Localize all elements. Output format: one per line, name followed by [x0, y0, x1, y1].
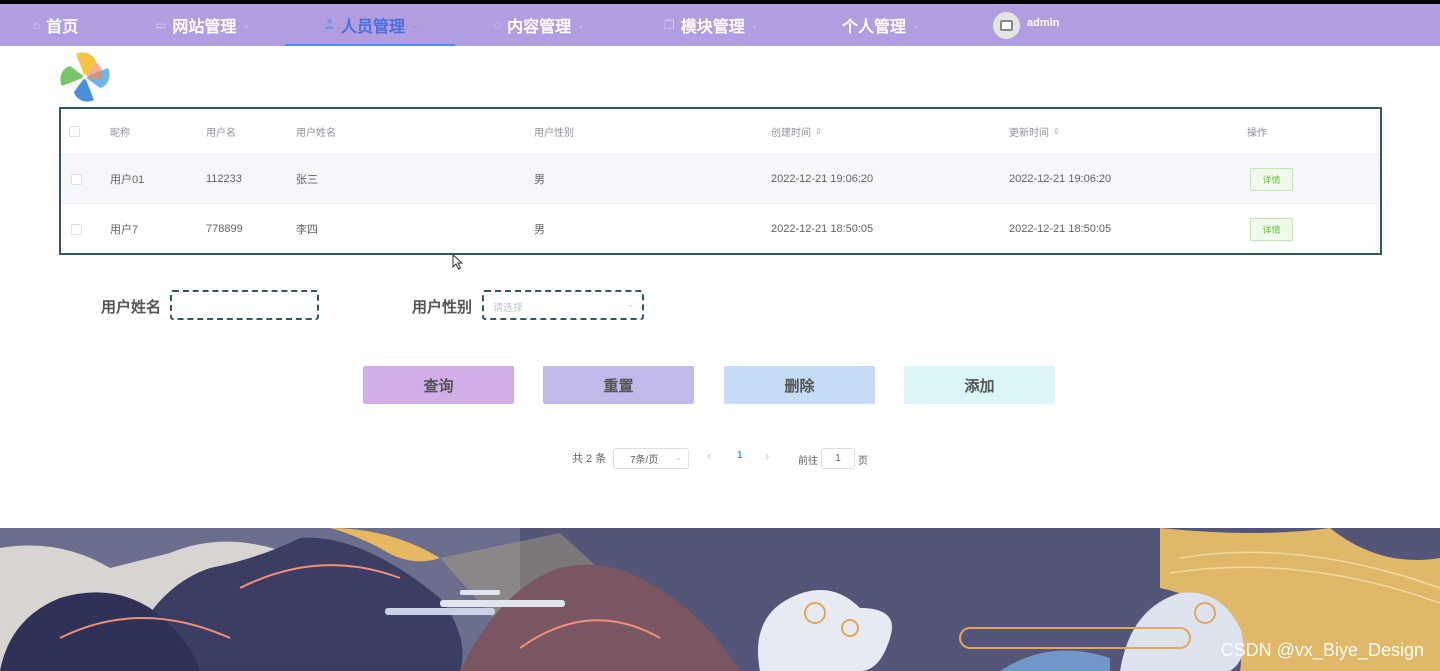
nav-item-label: 人员管理 — [341, 19, 406, 36]
cell-created: 2022-12-21 19:06:20 — [771, 173, 874, 185]
gender-select[interactable]: 请选择 ⌄ — [482, 290, 644, 320]
gender-select-placeholder: 请选择 — [493, 303, 523, 314]
image-icon — [1000, 20, 1013, 31]
chevron-down-icon: ⌄ — [626, 299, 634, 309]
pinwheel-logo — [60, 52, 110, 102]
cell-nickname: 用户01 — [110, 174, 145, 186]
chevron-down-icon: ⌄ — [411, 19, 419, 30]
sort-icon[interactable]: ⇕ — [815, 127, 822, 136]
header-nickname: 昵称 — [110, 128, 130, 139]
goto-suffix: 页 — [858, 456, 868, 467]
page-size-value: 7条/页 — [630, 455, 659, 466]
table-header: 昵称 用户名 用户姓名 用户性别 创建时间 ⇕ 更新时间 ⇕ 操作 — [61, 109, 1380, 154]
chevron-down-icon: ⌄ — [577, 19, 585, 30]
cell-username: 778899 — [206, 223, 243, 235]
gender-field-label: 用户性别 — [412, 299, 473, 316]
delete-button[interactable]: 删除 — [724, 366, 875, 404]
avatar[interactable] — [993, 12, 1020, 39]
nav-item-label: 模块管理 — [680, 19, 745, 36]
cell-username: 112233 — [206, 173, 242, 185]
mouse-cursor-icon — [452, 254, 464, 270]
name-field-label: 用户姓名 — [101, 299, 162, 316]
nav-item-personal-management[interactable]: 个人管理 ⌄ — [842, 4, 920, 46]
header-label: 创建时间 — [771, 128, 811, 139]
page-size-select[interactable]: 7条/页 ⌄ — [613, 448, 689, 469]
query-button[interactable]: 查询 — [363, 366, 514, 404]
header-realname: 用户姓名 — [296, 128, 336, 139]
row-checkbox[interactable] — [71, 155, 82, 203]
cell-updated: 2022-12-21 18:50:05 — [1009, 223, 1112, 235]
next-page-button[interactable]: › — [765, 448, 769, 463]
prev-page-button[interactable]: ‹ — [707, 448, 711, 463]
cell-gender: 男 — [534, 224, 545, 236]
name-input[interactable] — [170, 290, 319, 320]
row-checkbox[interactable] — [71, 204, 82, 254]
cell-realname: 李四 — [296, 224, 318, 236]
detail-button[interactable]: 详情 — [1250, 167, 1293, 191]
cell-created: 2022-12-21 18:50:05 — [771, 223, 874, 235]
cell-realname: 张三 — [296, 174, 318, 186]
goto-prefix: 前往 — [798, 456, 818, 467]
chevron-down-icon: ⌄ — [750, 19, 759, 30]
page-number-current[interactable]: 1 — [737, 450, 743, 461]
header-username: 用户名 — [206, 128, 236, 139]
header-label: 更新时间 — [1009, 128, 1049, 139]
nav-item-label: 个人管理 — [842, 19, 907, 36]
user-icon — [324, 18, 335, 32]
add-button[interactable]: 添加 — [904, 366, 1055, 404]
top-nav-bar: ⌂ 首页 ▭ 网站管理 ⌄ 人员管理 ⌄ ◌ 内容管理 ⌄ ❐ 模块管理 ⌄ 个… — [0, 4, 1440, 46]
chevron-down-icon: ⌄ — [912, 19, 920, 30]
nav-item-label: 内容管理 — [507, 19, 572, 36]
page: ⌂ 首页 ▭ 网站管理 ⌄ 人员管理 ⌄ ◌ 内容管理 ⌄ ❐ 模块管理 ⌄ 个… — [0, 0, 1440, 671]
select-all-checkbox[interactable] — [69, 109, 80, 154]
home-icon: ⌂ — [33, 18, 41, 32]
table-row: 用户01 112233 张三 男 2022-12-21 19:06:20 202… — [61, 154, 1380, 204]
pagination-total: 共 2 条 — [572, 453, 607, 465]
cell-updated: 2022-12-21 19:06:20 — [1009, 173, 1112, 185]
detail-button[interactable]: 详情 — [1250, 217, 1293, 241]
nav-item-label: 首页 — [46, 19, 79, 36]
reset-button[interactable]: 重置 — [543, 366, 694, 404]
cell-nickname: 用户7 — [110, 224, 139, 236]
sort-icon[interactable]: ⇕ — [1053, 127, 1060, 136]
goto-page-input[interactable]: 1 — [821, 448, 855, 469]
header-action: 操作 — [1247, 128, 1267, 139]
nav-item-label: 网站管理 — [172, 19, 237, 36]
watermark-text: CSDN @vx_Biye_Design — [1220, 640, 1424, 660]
table-row: 用户7 778899 李四 男 2022-12-21 18:50:05 2022… — [61, 204, 1380, 254]
nav-item-home[interactable]: ⌂ 首页 — [33, 4, 78, 46]
header-gender: 用户性别 — [534, 128, 574, 139]
chevron-down-icon: ⌄ — [675, 453, 682, 462]
copy-icon: ❐ — [664, 18, 675, 32]
chevron-down-icon: ⌄ — [242, 19, 250, 30]
nav-item-people-management[interactable]: 人员管理 ⌄ — [324, 4, 419, 46]
header-created[interactable]: 创建时间 ⇕ — [771, 109, 822, 154]
user-table: 昵称 用户名 用户姓名 用户性别 创建时间 ⇕ 更新时间 ⇕ 操作 用户01 1… — [59, 107, 1382, 255]
monitor-icon: ▭ — [155, 18, 167, 32]
nav-item-module-management[interactable]: ❐ 模块管理 ⌄ — [664, 4, 758, 46]
username-label[interactable]: admin — [1027, 17, 1059, 29]
nav-item-content-management[interactable]: ◌ 内容管理 ⌄ — [494, 4, 585, 46]
help-circle-icon: ◌ — [494, 18, 502, 32]
cell-gender: 男 — [534, 174, 545, 186]
header-updated[interactable]: 更新时间 ⇕ — [1009, 109, 1060, 154]
active-tab-indicator — [285, 44, 455, 46]
nav-item-site-management[interactable]: ▭ 网站管理 ⌄ — [155, 4, 250, 46]
